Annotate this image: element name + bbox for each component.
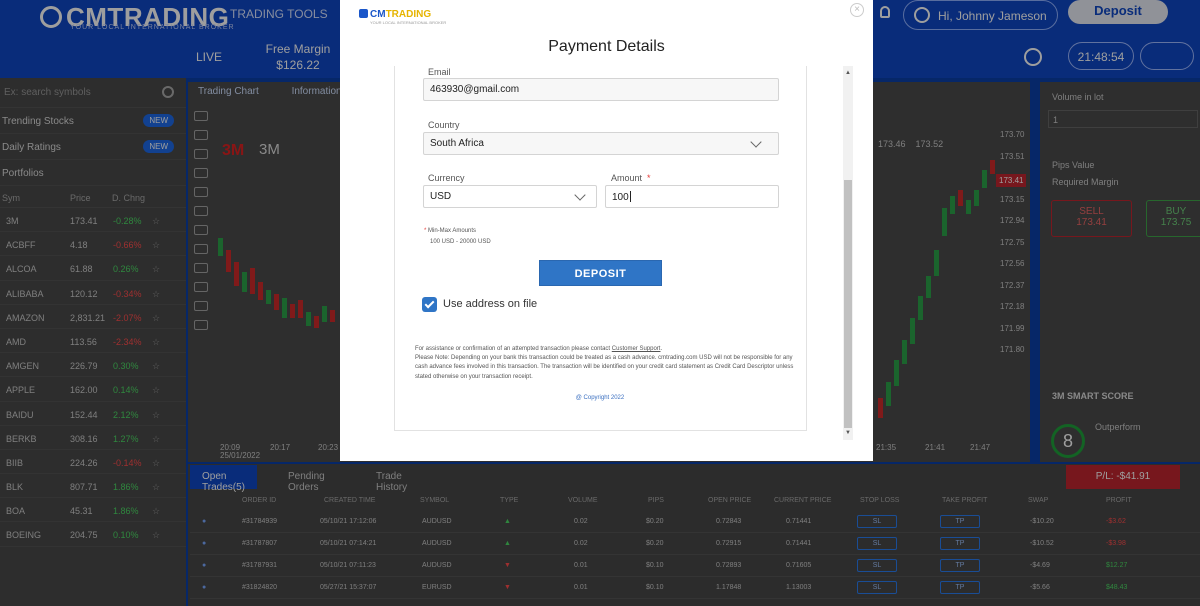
- modal-logo: CMTRADING YOUR LOCAL INTERNATIONAL BROKER: [359, 9, 446, 25]
- copyright: @ Copyright 2022: [575, 395, 625, 401]
- disclaimer-text: For assistance or confirmation of an att…: [415, 346, 794, 380]
- scrollbar-thumb[interactable]: [844, 180, 852, 428]
- logo-icon: [359, 9, 368, 18]
- email-field[interactable]: 463930@gmail.com: [423, 78, 779, 101]
- minmax-title: * Min-Max Amounts: [424, 228, 477, 234]
- minmax-values: 100 USD - 20000 USD: [430, 239, 491, 245]
- currency-select[interactable]: USD: [423, 185, 597, 208]
- deposit-button[interactable]: DEPOSIT: [539, 260, 662, 286]
- close-icon[interactable]: ×: [850, 3, 864, 17]
- modal-title: Payment Details: [548, 38, 665, 55]
- payment-modal: CMTRADING YOUR LOCAL INTERNATIONAL BROKER…: [340, 0, 873, 461]
- currency-label: Currency: [428, 173, 465, 183]
- amount-input[interactable]: 100: [605, 185, 779, 208]
- use-address-checkbox[interactable]: [422, 297, 437, 312]
- country-label: Country: [428, 120, 460, 130]
- use-address-label[interactable]: Use address on file: [443, 298, 537, 310]
- email-label: Email: [428, 67, 451, 77]
- amount-label: Amount *: [611, 173, 651, 183]
- text-caret: [629, 191, 631, 202]
- scroll-down-arrow-icon[interactable]: ▼: [845, 430, 851, 436]
- customer-support-link[interactable]: Customer Support: [612, 346, 661, 352]
- scroll-up-arrow-icon[interactable]: ▲: [845, 70, 851, 76]
- country-select[interactable]: South Africa: [423, 132, 779, 155]
